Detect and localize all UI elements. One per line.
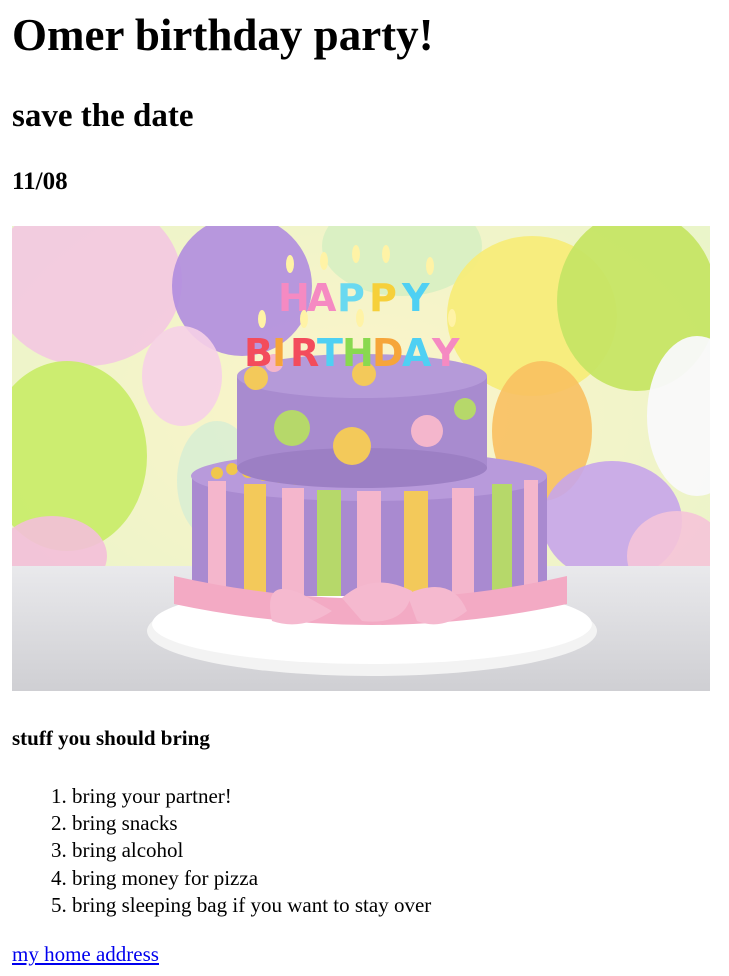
home-address-link[interactable]: my home address bbox=[12, 941, 159, 967]
list-item: bring alcohol bbox=[72, 837, 712, 864]
bring-heading: stuff you should bring bbox=[12, 726, 210, 750]
list-item: bring your partner! bbox=[72, 783, 712, 810]
page-title: Omer birthday party! bbox=[12, 10, 434, 60]
list-item: bring money for pizza bbox=[72, 865, 712, 892]
birthday-cake-image: H A P P Y B I R T H D A Y bbox=[12, 226, 710, 691]
svg-text:A: A bbox=[402, 331, 432, 375]
svg-text:I: I bbox=[272, 331, 286, 375]
list-item: bring snacks bbox=[72, 810, 712, 837]
svg-text:R: R bbox=[290, 331, 319, 375]
bring-list: bring your partner! bring snacks bring a… bbox=[12, 783, 712, 919]
event-date: 11/08 bbox=[12, 168, 68, 195]
svg-text:Y: Y bbox=[401, 276, 430, 320]
page-subtitle: save the date bbox=[12, 98, 194, 134]
svg-text:B: B bbox=[244, 331, 273, 375]
svg-text:D: D bbox=[372, 331, 404, 375]
svg-text:T: T bbox=[317, 331, 343, 375]
svg-text:Y: Y bbox=[431, 331, 460, 375]
birthday-cake-icon: H A P P Y B I R T H D A Y bbox=[12, 226, 710, 691]
list-item: bring sleeping bag if you want to stay o… bbox=[72, 892, 712, 919]
svg-text:H: H bbox=[342, 331, 374, 375]
svg-text:A: A bbox=[307, 276, 337, 320]
svg-text:P: P bbox=[369, 276, 397, 320]
